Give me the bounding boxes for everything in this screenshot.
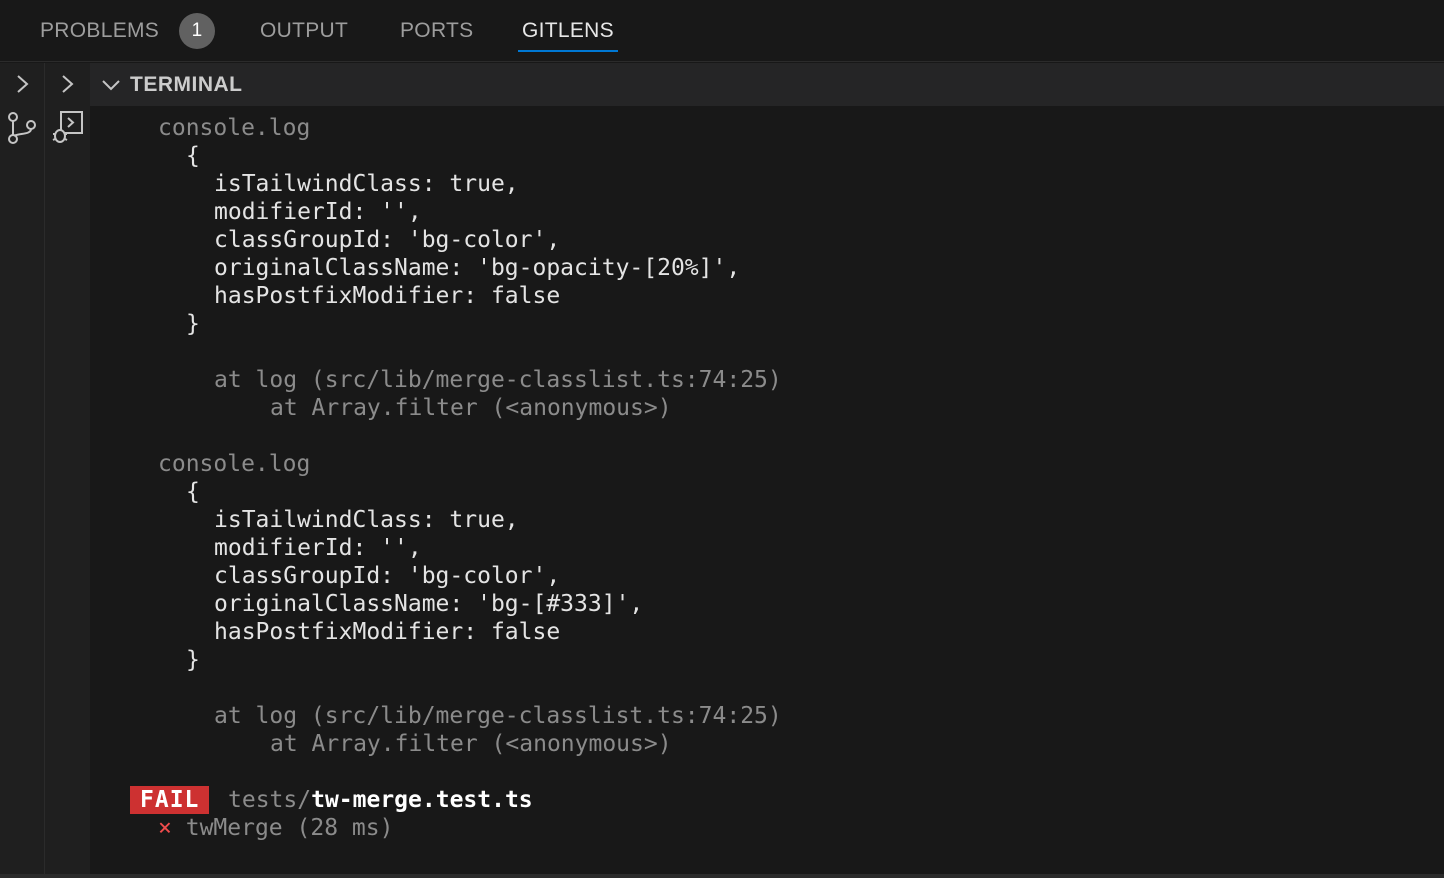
terminal-output[interactable]: console.log { isTailwindClass: true, mod… (90, 106, 1444, 874)
stack-trace-line: at Array.filter (<anonymous>) (270, 395, 672, 421)
object-property: modifierId: '', (214, 199, 422, 225)
object-close-brace: } (186, 647, 200, 673)
object-property: classGroupId: 'bg-color', (214, 227, 561, 253)
chevron-right-icon[interactable] (59, 73, 77, 95)
terminal-section-header[interactable]: TERMINAL (90, 63, 1444, 106)
stack-trace-line: at log (src/lib/merge-classlist.ts:74:25… (214, 703, 782, 729)
object-open-brace: { (186, 143, 200, 169)
panel-bottom-border (0, 874, 1444, 878)
object-property: modifierId: '', (214, 535, 422, 561)
problems-count-badge: 1 (179, 13, 216, 49)
object-property: originalClassName: 'bg-opacity-[20%]', (214, 255, 741, 281)
object-property: isTailwindClass: true, (214, 171, 519, 197)
failed-test-case: × twMerge (28 ms) (158, 814, 393, 842)
console-log-header: console.log (158, 115, 311, 141)
test-file: tw-merge.test.ts (311, 787, 533, 813)
tab-ports-label: PORTS (400, 19, 474, 42)
debug-console-icon[interactable] (51, 109, 85, 145)
stack-trace-line: at Array.filter (<anonymous>) (270, 731, 672, 757)
fail-x-icon: × (158, 815, 172, 841)
object-property: originalClassName: 'bg-[#333]', (214, 591, 644, 617)
object-close-brace: } (186, 311, 200, 337)
side-column-left (0, 63, 45, 878)
tab-ports[interactable]: PORTS (400, 0, 473, 62)
fail-status-badge: FAIL (130, 786, 210, 814)
terminal-title: TERMINAL (130, 72, 243, 96)
test-case-name: twMerge (28 ms) (185, 815, 394, 841)
tab-problems-label: PROBLEMS (40, 19, 160, 42)
object-open-brace: { (186, 479, 200, 505)
tab-output-label: OUTPUT (260, 19, 349, 42)
console-log-header: console.log (158, 451, 311, 477)
tab-problems[interactable]: PROBLEMS 1 (40, 0, 216, 62)
object-property: hasPostfixModifier: false (214, 283, 561, 309)
chevron-right-icon[interactable] (14, 73, 32, 95)
object-property: hasPostfixModifier: false (214, 619, 561, 645)
side-column-right (45, 63, 90, 878)
failed-test-file-path: tests/tw-merge.test.ts (228, 786, 533, 814)
tab-gitlens[interactable]: GITLENS (518, 0, 618, 62)
panel-tab-bar: PROBLEMS 1 OUTPUT PORTS GITLENS (0, 0, 1444, 62)
object-property: isTailwindClass: true, (214, 507, 519, 533)
test-dir: tests/ (228, 787, 312, 813)
source-control-icon[interactable] (6, 111, 38, 145)
active-tab-indicator (518, 50, 618, 52)
chevron-down-icon[interactable] (100, 76, 122, 94)
tab-gitlens-label: GITLENS (522, 19, 614, 42)
object-property: classGroupId: 'bg-color', (214, 563, 561, 589)
tab-output[interactable]: OUTPUT (260, 0, 348, 62)
stack-trace-line: at log (src/lib/merge-classlist.ts:74:25… (214, 367, 782, 393)
